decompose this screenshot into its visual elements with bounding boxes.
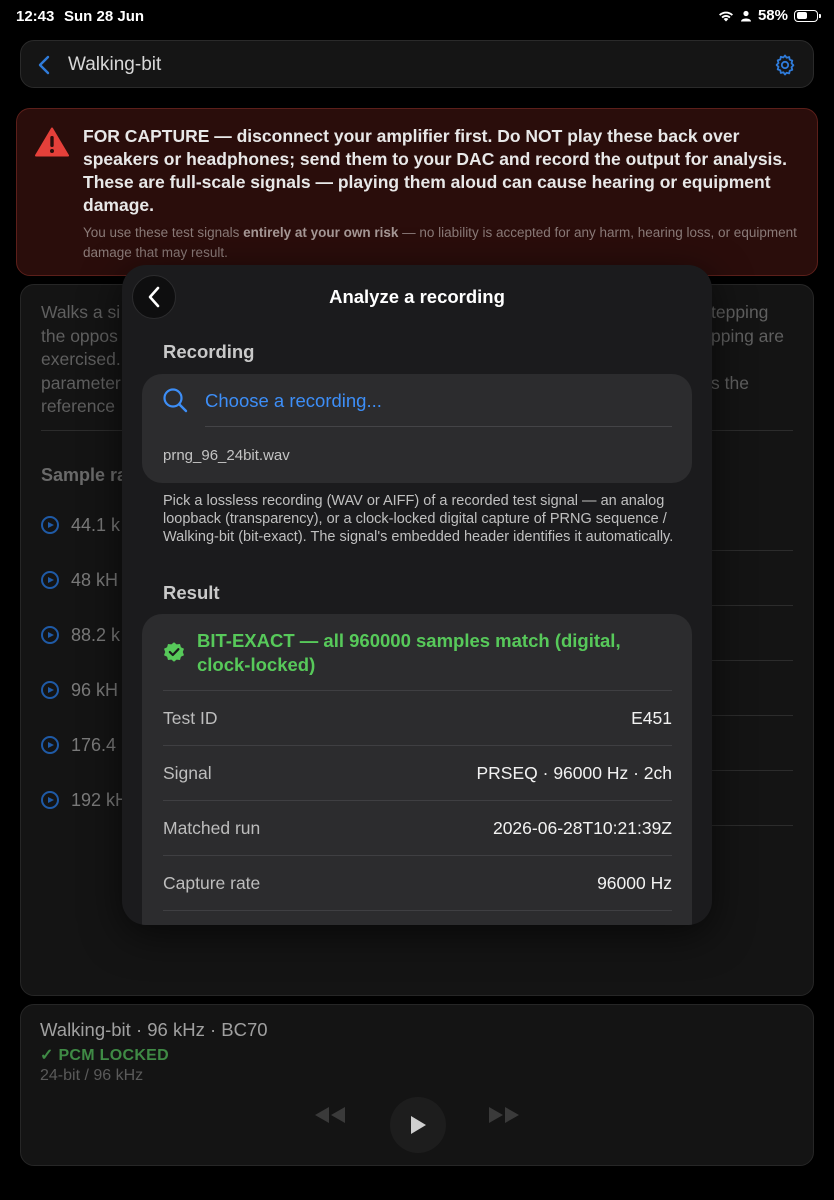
verified-check-icon: [164, 642, 184, 662]
description-text-right: tepping pping are s the: [711, 302, 784, 393]
now-playing-panel: Walking-bit · 96 kHz · BC70 ✓ PCM LOCKED…: [20, 1004, 814, 1166]
gear-icon[interactable]: [773, 53, 797, 77]
battery-percent: 58%: [757, 7, 788, 24]
result-card: BIT-EXACT — all 960000 samples match (di…: [142, 614, 692, 925]
status-time: 12:43: [16, 8, 55, 25]
selected-file-name: prng_96_24bit.wav: [163, 447, 290, 464]
recording-card: Choose a recording... prng_96_24bit.wav: [142, 374, 692, 483]
modal-title: Analyze a recording: [329, 286, 505, 307]
divider: [711, 770, 793, 771]
play-button[interactable]: [390, 1097, 446, 1153]
help-text: Pick a lossless recording (WAV or AIFF) …: [163, 493, 674, 545]
now-playing-title: Walking-bit · 96 kHz · BC70: [40, 1019, 268, 1040]
result-value: E451: [631, 708, 672, 728]
divider: [711, 825, 793, 826]
play-circle-icon[interactable]: [41, 681, 59, 699]
analyze-modal: Analyze a recording Recording Choose a r…: [122, 265, 712, 925]
result-row: Matched run 2026-06-28T10:21:39Z: [163, 800, 672, 856]
sample-rate-row[interactable]: 48 kH: [41, 568, 125, 592]
battery-icon: [794, 9, 821, 22]
status-indicators: 58%: [718, 7, 821, 24]
sample-rate-row[interactable]: 44.1 k: [41, 513, 125, 537]
divider: [41, 430, 127, 431]
result-section-label: Result: [163, 582, 220, 603]
result-key: Test ID: [163, 708, 218, 728]
result-row: Test ID E451: [163, 690, 672, 746]
divider: [711, 605, 793, 606]
play-circle-icon[interactable]: [41, 736, 59, 754]
result-row: Capture rate 96000 Hz: [163, 855, 672, 911]
page-title: Walking-bit: [68, 54, 162, 75]
warning-text: FOR CAPTURE — disconnect your amplifier …: [83, 126, 788, 215]
result-value: 96000 Hz: [597, 873, 672, 893]
pcm-lock-status: ✓ PCM LOCKED: [40, 1047, 170, 1064]
warning-disclaimer: You use these test signals entirely at y…: [83, 225, 797, 260]
result-key: Matched run: [163, 818, 261, 838]
rewind-icon[interactable]: [313, 1105, 347, 1125]
result-status: BIT-EXACT — all 960000 samples match (di…: [197, 630, 621, 675]
sample-rate-row[interactable]: 192 kH: [41, 788, 125, 812]
result-key: Signal: [163, 763, 212, 783]
person-icon: [740, 10, 751, 21]
play-icon: [411, 1116, 426, 1134]
play-circle-icon[interactable]: [41, 571, 59, 589]
divider: [711, 660, 793, 661]
divider: [711, 550, 793, 551]
result-value: 2026-06-28T10:21:39Z: [492, 818, 672, 838]
play-circle-icon[interactable]: [41, 791, 59, 809]
play-circle-icon[interactable]: [41, 626, 59, 644]
sample-rate-row[interactable]: 96 kH: [41, 678, 125, 702]
divider: [711, 430, 793, 431]
status-date: Sun 28 Jun: [64, 8, 145, 25]
result-key: Capture rate: [163, 873, 261, 893]
sample-rate-header: Sample ra: [41, 465, 127, 485]
format-label: 24-bit / 96 kHz: [40, 1067, 144, 1084]
recording-section-label: Recording: [163, 341, 255, 362]
chevron-left-icon[interactable]: [35, 54, 55, 76]
result-value: PRSEQ · 96000 Hz · 2ch: [476, 763, 673, 783]
play-circle-icon[interactable]: [41, 516, 59, 534]
warning-banner: FOR CAPTURE — disconnect your amplifier …: [16, 108, 818, 276]
fast-forward-icon[interactable]: [487, 1105, 521, 1125]
search-icon: [163, 388, 188, 413]
sample-rate-row[interactable]: 88.2 k: [41, 623, 125, 647]
sample-rate-row[interactable]: 176.4: [41, 733, 125, 757]
nav-bar: Walking-bit: [20, 40, 814, 88]
divider: [205, 426, 672, 427]
choose-recording-button[interactable]: Choose a recording...: [205, 390, 382, 412]
divider: [711, 715, 793, 716]
result-row: [163, 910, 672, 925]
description-text-left: Walks a si the oppos exercised. paramete…: [41, 302, 121, 416]
wifi-icon: [718, 11, 733, 21]
result-row: Signal PRSEQ · 96000 Hz · 2ch: [163, 745, 672, 801]
warning-triangle-icon: [35, 127, 69, 157]
